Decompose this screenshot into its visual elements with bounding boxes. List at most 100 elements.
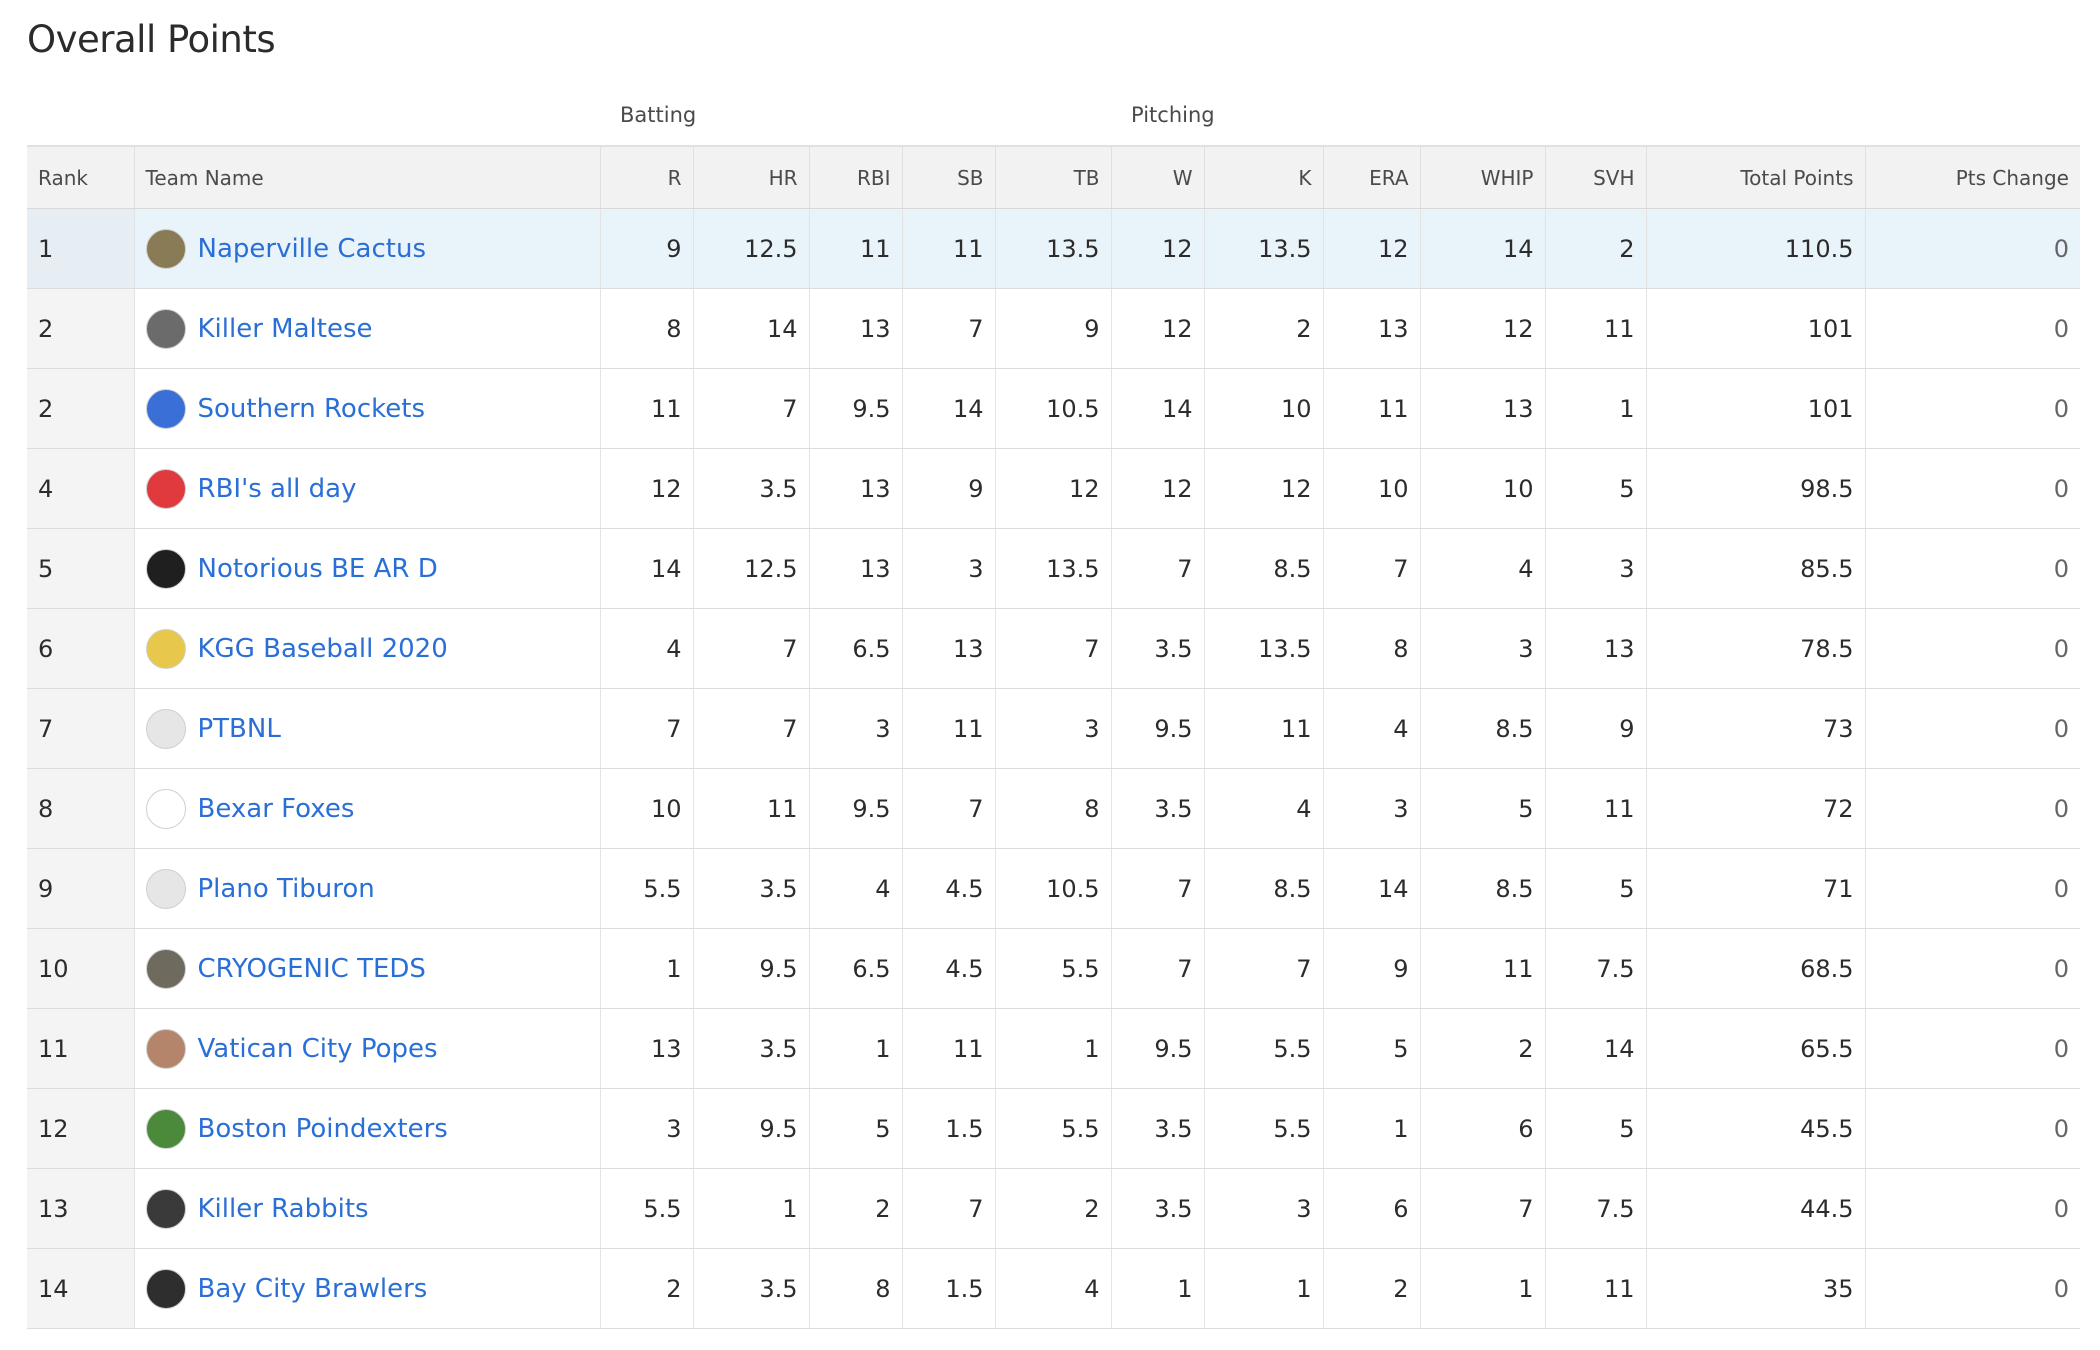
dog-avatar-icon[interactable] [145, 1268, 186, 1309]
stat-cell-w: 7 [1110, 528, 1204, 609]
cactus-avatar-icon[interactable] [145, 228, 186, 269]
total-points-cell: 68.5 [1645, 928, 1865, 1009]
team-name-link[interactable]: KGG Baseball 2020 [198, 634, 448, 664]
pts-change-cell: 0 [1864, 1088, 2080, 1169]
stat-cell-whip: 8.5 [1419, 688, 1545, 769]
table-row: 11 Vatican City Popes 13 3.5 1 11 1 9.5 5.5 5 2 14 6… [27, 1008, 2080, 1089]
stat-cell-r: 13 [599, 1008, 693, 1089]
stat-cell-k: 7 [1203, 928, 1323, 1009]
stat-cell-svh: 1 [1544, 368, 1646, 449]
column-header-svh[interactable]: SVH [1544, 145, 1646, 209]
total-points-cell: 65.5 [1645, 1008, 1865, 1089]
pts-change-cell: 0 [1864, 448, 2080, 529]
team-cell: CRYOGENIC TEDS [133, 928, 600, 1009]
team-name-link[interactable]: Boston Poindexters [198, 1114, 448, 1144]
team-name-link[interactable]: Killer Rabbits [198, 1194, 369, 1224]
team-cell: Plano Tiburon [133, 848, 600, 929]
rank-cell: 13 [27, 1168, 134, 1249]
column-header-w[interactable]: W [1110, 145, 1204, 209]
rank-cell: 6 [27, 608, 134, 689]
team-cell: Vatican City Popes [133, 1008, 600, 1089]
pts-change-cell: 0 [1864, 208, 2080, 289]
stat-cell-sb: 11 [901, 688, 995, 769]
stat-cell-era: 11 [1322, 368, 1420, 449]
team-cell: Killer Rabbits [133, 1168, 600, 1249]
stat-cell-svh: 13 [1544, 608, 1646, 689]
team-name-link[interactable]: Plano Tiburon [198, 874, 375, 904]
stat-cell-svh: 7.5 [1544, 928, 1646, 1009]
stat-cell-era: 2 [1322, 1248, 1420, 1329]
stat-cell-k: 4 [1203, 768, 1323, 849]
total-points-cell: 101 [1645, 288, 1865, 369]
stat-cell-era: 8 [1322, 608, 1420, 689]
team-cell: PTBNL [133, 688, 600, 769]
team-name-link[interactable]: Killer Maltese [198, 314, 373, 344]
column-header-whip[interactable]: WHIP [1419, 145, 1545, 209]
total-points-cell: 35 [1645, 1248, 1865, 1329]
stat-cell-k: 5.5 [1203, 1088, 1323, 1169]
stat-cell-tb: 10.5 [994, 368, 1111, 449]
stat-cell-rbi: 13 [808, 288, 902, 369]
team-name-link[interactable]: PTBNL [198, 714, 281, 744]
stat-cell-r: 5.5 [599, 848, 693, 929]
frog-avatar-icon[interactable] [145, 1108, 186, 1149]
jar-avatar-icon[interactable] [145, 948, 186, 989]
rabbit-avatar-icon[interactable] [145, 1188, 186, 1229]
yellow-cap-avatar-icon[interactable] [145, 708, 186, 749]
team-name-link[interactable]: Naperville Cactus [198, 234, 427, 264]
column-header-sb[interactable]: SB [901, 145, 995, 209]
rocket-avatar-icon[interactable] [145, 388, 186, 429]
stat-cell-whip: 13 [1419, 368, 1545, 449]
column-header-hr[interactable]: HR [692, 145, 809, 209]
column-header-pts-change[interactable]: Pts Change [1864, 145, 2080, 209]
stat-cell-hr: 3.5 [692, 1008, 809, 1089]
fox-avatar-icon[interactable] [145, 788, 186, 829]
stat-cell-svh: 2 [1544, 208, 1646, 289]
stat-cell-hr: 9.5 [692, 1088, 809, 1169]
table-row: 8 Bexar Foxes 10 11 9.5 7 8 3.5 4 3 5 11 72 0 [27, 768, 2080, 849]
column-header-tb[interactable]: TB [994, 145, 1111, 209]
team-name-link[interactable]: Vatican City Popes [198, 1034, 438, 1064]
team-name-link[interactable]: Bay City Brawlers [198, 1274, 428, 1304]
column-header-total-points[interactable]: Total Points [1645, 145, 1865, 209]
stat-cell-era: 4 [1322, 688, 1420, 769]
stat-cell-r: 12 [599, 448, 693, 529]
table-row: 13 Killer Rabbits 5.5 1 2 7 2 3.5 3 6 7 7.5 44.5 0 [27, 1168, 2080, 1249]
rank-cell: 1 [27, 208, 134, 289]
team-cell: RBI's all day [133, 448, 600, 529]
cap-avatar-icon[interactable] [145, 468, 186, 509]
stat-cell-r: 3 [599, 1088, 693, 1169]
bear-avatar-icon[interactable] [145, 548, 186, 589]
team-name-link[interactable]: Bexar Foxes [198, 794, 355, 824]
team-name-link[interactable]: Southern Rockets [198, 394, 426, 424]
pts-change-cell: 0 [1864, 848, 2080, 929]
stat-cell-tb: 13.5 [994, 528, 1111, 609]
rank-cell: 14 [27, 1248, 134, 1329]
green-cap-avatar-icon[interactable] [145, 628, 186, 669]
column-header-k[interactable]: K [1203, 145, 1323, 209]
stat-cell-hr: 11 [692, 768, 809, 849]
stat-cell-sb: 9 [901, 448, 995, 529]
stat-cell-r: 2 [599, 1248, 693, 1329]
column-header-rbi[interactable]: RBI [808, 145, 902, 209]
team-name-link[interactable]: RBI's all day [198, 474, 357, 504]
stat-cell-svh: 11 [1544, 768, 1646, 849]
pts-change-cell: 0 [1864, 528, 2080, 609]
column-header-rank[interactable]: Rank [27, 145, 134, 209]
team-name-link[interactable]: CRYOGENIC TEDS [198, 954, 426, 984]
stat-cell-era: 1 [1322, 1088, 1420, 1169]
pope-avatar-icon[interactable] [145, 1028, 186, 1069]
dog-avatar-icon[interactable] [145, 308, 186, 349]
table-row: 2 Killer Maltese 8 14 13 7 9 12 2 13 12 11 101 0 [27, 288, 2080, 369]
team-name-link[interactable]: Notorious BE AR D [198, 554, 438, 584]
stat-cell-w: 3.5 [1110, 768, 1204, 849]
stat-cell-era: 3 [1322, 768, 1420, 849]
team-cell: Bay City Brawlers [133, 1248, 600, 1329]
total-points-cell: 72 [1645, 768, 1865, 849]
yellow-cap-avatar-icon[interactable] [145, 868, 186, 909]
stat-cell-k: 11 [1203, 688, 1323, 769]
stat-cell-whip: 4 [1419, 528, 1545, 609]
column-header-era[interactable]: ERA [1322, 145, 1420, 209]
column-header-r[interactable]: R [599, 145, 693, 209]
column-header-team-name[interactable]: Team Name [133, 145, 600, 209]
